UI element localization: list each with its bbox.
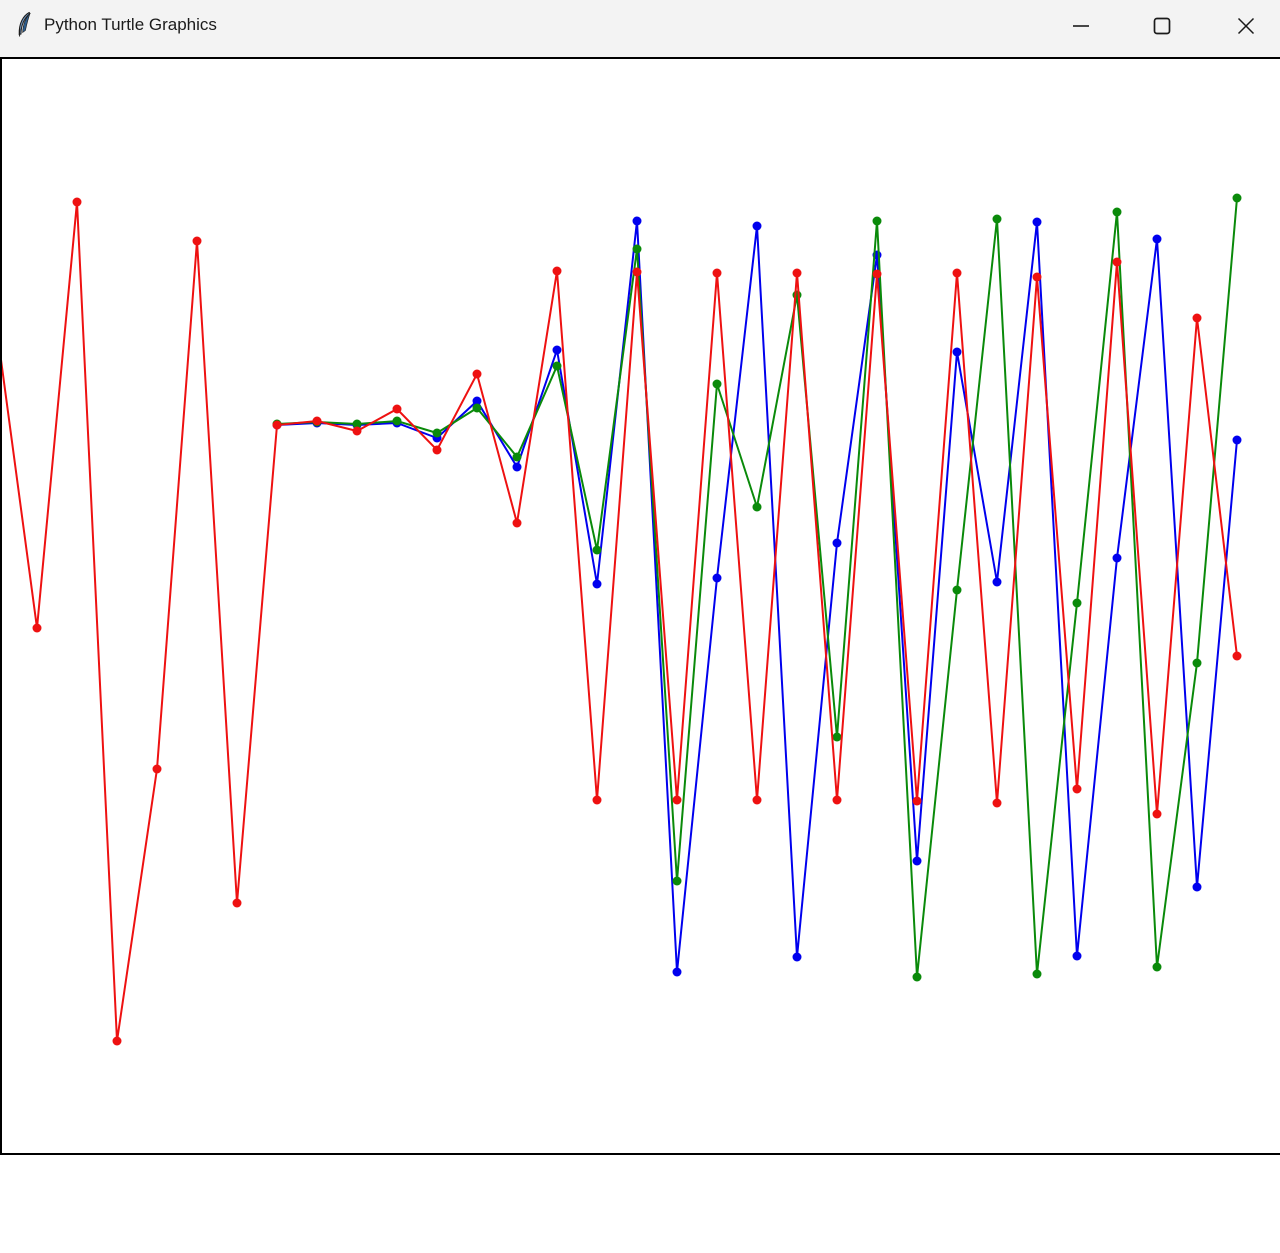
green-series-marker bbox=[1193, 659, 1202, 668]
red-series-marker bbox=[993, 799, 1002, 808]
red-series-marker bbox=[1193, 314, 1202, 323]
blue-series-marker bbox=[513, 463, 522, 472]
green-series-marker bbox=[553, 362, 562, 371]
blue-series-marker bbox=[713, 574, 722, 583]
green-series-marker bbox=[673, 877, 682, 886]
green-series-marker bbox=[753, 503, 762, 512]
blue-series-marker bbox=[673, 968, 682, 977]
red-series-marker bbox=[593, 796, 602, 805]
window-title: Python Turtle Graphics bbox=[44, 0, 217, 57]
blue-series-marker bbox=[1073, 952, 1082, 961]
minimize-icon bbox=[1072, 17, 1090, 35]
blue-series-marker bbox=[1153, 235, 1162, 244]
red-series-marker bbox=[273, 421, 282, 430]
blue-series-marker bbox=[753, 222, 762, 231]
green-series-marker bbox=[1033, 970, 1042, 979]
blue-series-marker bbox=[633, 217, 642, 226]
green-series-marker bbox=[953, 586, 962, 595]
maximize-icon bbox=[1153, 17, 1171, 35]
green-series-marker bbox=[1153, 963, 1162, 972]
green-series-marker bbox=[513, 453, 522, 462]
red-series-line bbox=[2, 202, 1237, 1041]
red-series-marker bbox=[1153, 810, 1162, 819]
red-series-marker bbox=[833, 796, 842, 805]
blue-series-marker bbox=[553, 346, 562, 355]
green-series-marker bbox=[1113, 208, 1122, 217]
green-series-marker bbox=[633, 245, 642, 254]
green-series-marker bbox=[873, 217, 882, 226]
green-series-marker bbox=[833, 733, 842, 742]
green-series-marker bbox=[713, 380, 722, 389]
red-series-marker bbox=[513, 519, 522, 528]
blue-series-marker bbox=[833, 539, 842, 548]
red-series-marker bbox=[1233, 652, 1242, 661]
red-series-marker bbox=[473, 370, 482, 379]
red-series-marker bbox=[673, 796, 682, 805]
red-series-marker bbox=[433, 446, 442, 455]
green-series-marker bbox=[593, 546, 602, 555]
green-series-marker bbox=[793, 291, 802, 300]
line-chart bbox=[2, 59, 1280, 1153]
red-series-marker bbox=[73, 198, 82, 207]
minimize-button[interactable] bbox=[1048, 0, 1114, 52]
red-series-marker bbox=[1033, 273, 1042, 282]
red-series-marker bbox=[633, 268, 642, 277]
blue-series-marker bbox=[1233, 436, 1242, 445]
red-series-marker bbox=[153, 765, 162, 774]
red-series-marker bbox=[753, 796, 762, 805]
tk-feather-icon bbox=[13, 11, 37, 37]
red-series-marker bbox=[113, 1037, 122, 1046]
red-series-marker bbox=[913, 797, 922, 806]
green-series-marker bbox=[1073, 599, 1082, 608]
blue-series-marker bbox=[1033, 218, 1042, 227]
maximize-button[interactable] bbox=[1129, 0, 1195, 52]
blue-series-marker bbox=[913, 857, 922, 866]
window-body-below-canvas bbox=[0, 1155, 1280, 1253]
red-series-marker bbox=[1073, 785, 1082, 794]
blue-series-marker bbox=[953, 348, 962, 357]
red-series-marker bbox=[233, 899, 242, 908]
green-series-marker bbox=[993, 215, 1002, 224]
blue-series-marker bbox=[1193, 883, 1202, 892]
red-series-marker bbox=[353, 427, 362, 436]
red-series-marker bbox=[793, 269, 802, 278]
red-series-marker bbox=[393, 405, 402, 414]
green-series-marker bbox=[433, 429, 442, 438]
red-series-marker bbox=[313, 417, 322, 426]
blue-series-marker bbox=[993, 578, 1002, 587]
blue-series-marker bbox=[793, 953, 802, 962]
blue-series-marker bbox=[593, 580, 602, 589]
red-series-marker bbox=[953, 269, 962, 278]
red-series-marker bbox=[193, 237, 202, 246]
red-series-marker bbox=[873, 270, 882, 279]
red-series-marker bbox=[1113, 258, 1122, 267]
red-series-marker bbox=[33, 624, 42, 633]
green-series-marker bbox=[913, 973, 922, 982]
green-series-marker bbox=[1233, 194, 1242, 203]
close-icon bbox=[1237, 17, 1255, 35]
blue-series-marker bbox=[1113, 554, 1122, 563]
red-series-marker bbox=[553, 267, 562, 276]
red-series-marker bbox=[713, 269, 722, 278]
turtle-canvas bbox=[0, 57, 1280, 1155]
blue-series-line bbox=[277, 221, 1237, 972]
close-button[interactable] bbox=[1213, 0, 1279, 52]
titlebar: Python Turtle Graphics bbox=[0, 0, 1280, 57]
green-series-marker bbox=[393, 417, 402, 426]
turtle-graphics-window: Python Turtle Graphics bbox=[0, 0, 1280, 1253]
green-series-marker bbox=[473, 404, 482, 413]
